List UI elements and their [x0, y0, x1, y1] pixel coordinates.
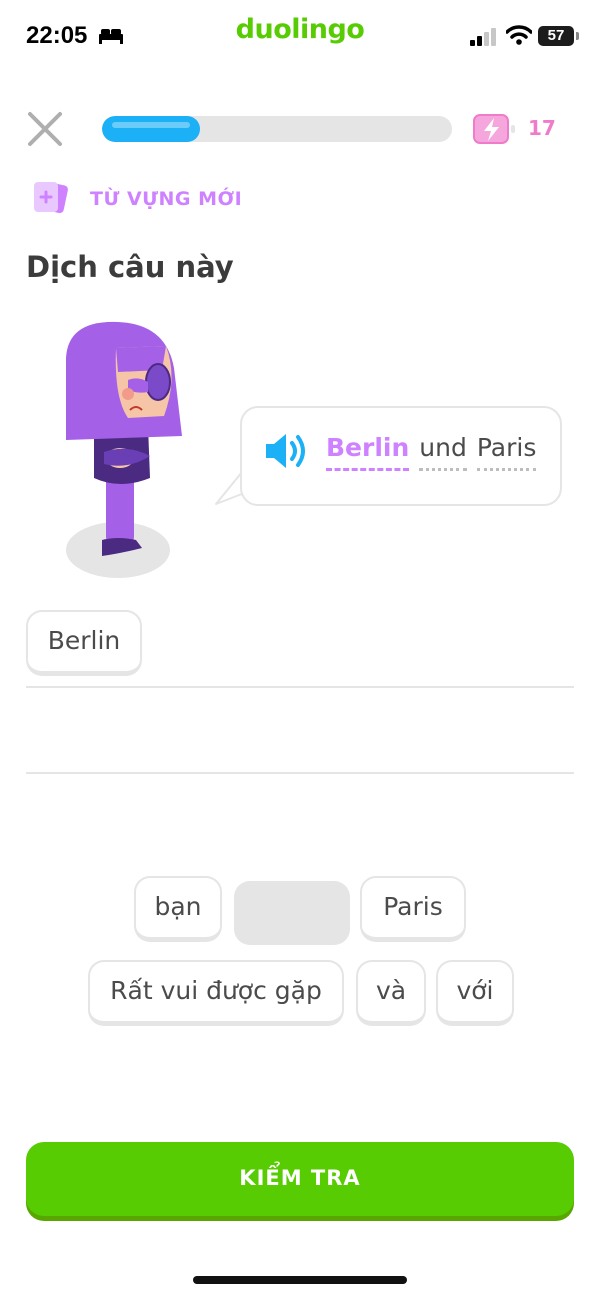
word-bank-empty-slot — [234, 881, 350, 945]
check-button[interactable]: KIỂM TRA — [26, 1142, 574, 1216]
close-icon[interactable] — [26, 110, 64, 148]
new-word-badge-label: TỪ VỰNG MỚI — [90, 188, 243, 210]
sentence-word-new[interactable]: Berlin — [326, 433, 410, 471]
word-bank-tile[interactable]: Rất vui được gặp — [88, 960, 344, 1026]
word-bank-tile[interactable]: với — [436, 960, 514, 1026]
sentence-word[interactable]: und — [419, 433, 467, 471]
answer-line — [26, 686, 574, 688]
prompt-sentence: Berlin und Paris — [326, 433, 546, 471]
speaker-icon[interactable] — [264, 432, 310, 470]
page-title: Dịch câu này — [26, 250, 234, 284]
battery-icon: 57 — [538, 26, 579, 46]
character-illustration — [66, 321, 182, 578]
word-bank-tile[interactable]: bạn — [134, 876, 222, 942]
status-bar: 22:05 duolingo 57 — [0, 0, 600, 70]
word-bank-tile[interactable]: Paris — [360, 876, 466, 942]
home-indicator[interactable] — [193, 1276, 407, 1284]
word-bank-tile[interactable]: và — [356, 960, 426, 1026]
lesson-progress-fill — [102, 116, 200, 142]
wifi-icon — [506, 25, 532, 45]
energy-count: 17 — [528, 116, 556, 140]
answer-line — [26, 772, 574, 774]
sentence-word[interactable]: Paris — [476, 433, 537, 471]
new-word-icon — [34, 182, 68, 214]
energy-icon — [473, 114, 515, 144]
signal-icon — [470, 28, 496, 46]
lesson-progress-bar — [102, 116, 452, 142]
selected-word-tile[interactable]: Berlin — [26, 610, 142, 676]
